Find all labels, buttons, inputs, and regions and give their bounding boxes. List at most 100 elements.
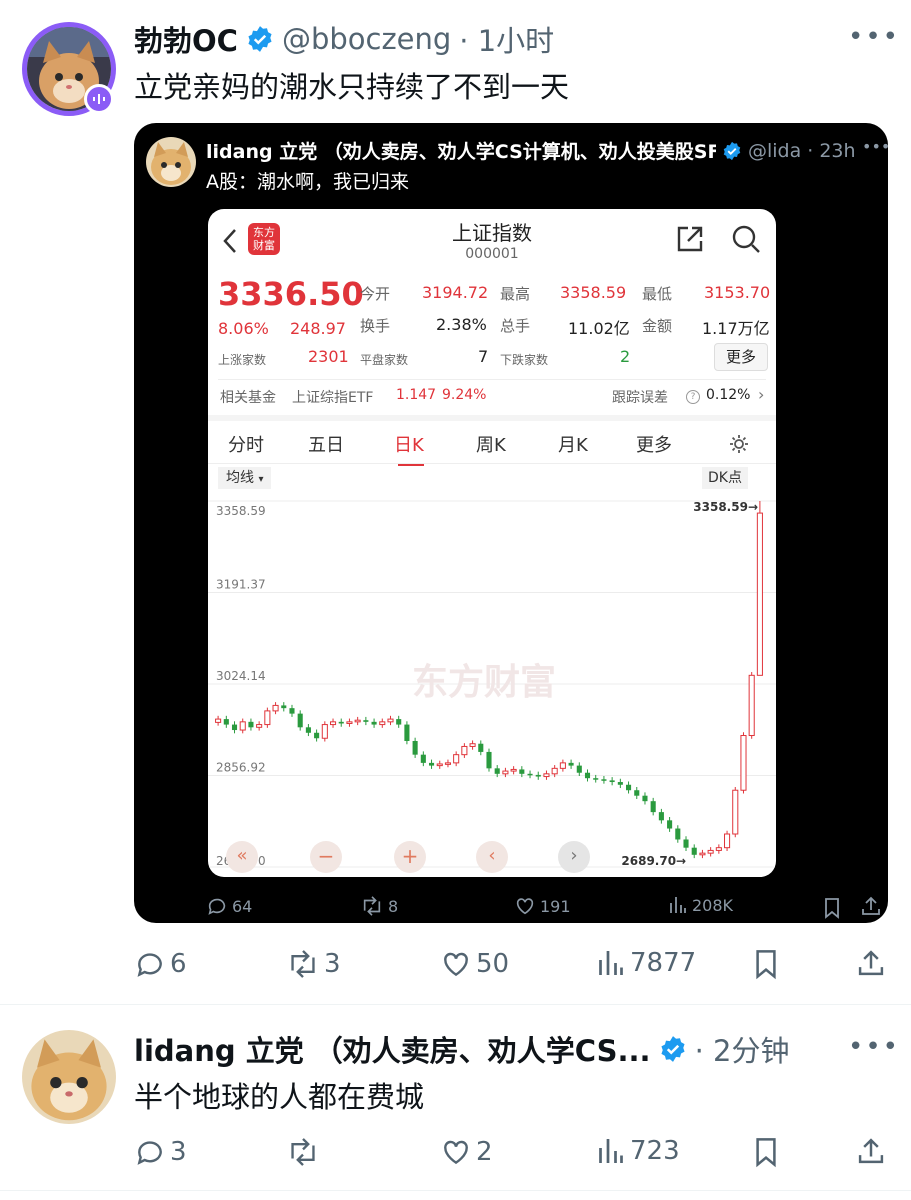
like-count: 2 — [476, 1137, 493, 1167]
views-count: 723 — [630, 1136, 680, 1166]
volume-label: 总手 — [500, 317, 531, 335]
candle-body — [519, 769, 525, 774]
up-count-label: 上涨家数 — [218, 353, 267, 367]
quoted-retweet-count: 8 — [360, 895, 398, 917]
views-button[interactable]: 7877 — [596, 948, 696, 978]
like-button[interactable]: 50 — [440, 948, 509, 980]
tab-more: 更多 — [636, 435, 672, 456]
more-button: 更多 — [714, 343, 768, 371]
retweet-button[interactable]: 3 — [286, 948, 341, 980]
settings-gear-icon — [730, 435, 748, 453]
candle-body — [338, 721, 344, 724]
tweet-text: 立党亲妈的潮水只持续了不到一天 — [134, 70, 570, 104]
tweet-text: 半个地球的人都在费城 — [134, 1080, 425, 1114]
more-options-icon[interactable]: ••• — [848, 22, 900, 52]
author-name[interactable]: 勃勃OC — [134, 18, 238, 60]
prev-button: ‹ — [476, 841, 508, 873]
index-price: 3336.50 — [218, 275, 364, 313]
candle-body — [576, 765, 582, 773]
candle-body — [642, 795, 648, 802]
avatar-lidang[interactable] — [22, 1030, 116, 1124]
turnover-label: 换手 — [360, 317, 391, 335]
voice-badge — [84, 84, 114, 114]
candle-body — [305, 727, 311, 733]
candle-body — [626, 784, 632, 791]
like-heart-icon — [516, 898, 534, 915]
bookmark-icon[interactable] — [752, 948, 780, 980]
views-chart-icon — [670, 897, 686, 913]
audio-wave-icon — [93, 94, 105, 104]
tweet-time[interactable]: · 2分钟 — [695, 1028, 790, 1070]
index-pct: 8.06% — [218, 319, 269, 338]
share-icon[interactable] — [856, 1136, 886, 1166]
stock-app-screenshot: 东方财富 上证指数 000001 3336.50 8.06% 248.97 今开… — [208, 209, 776, 877]
candle-body — [256, 724, 263, 728]
candle-body — [535, 774, 541, 777]
quoted-share-icon — [862, 896, 880, 915]
candle-body — [329, 721, 337, 726]
candle-body — [289, 708, 295, 714]
reply-icon — [208, 898, 226, 915]
reply-button[interactable]: 6 — [134, 948, 187, 980]
views-count: 7877 — [630, 948, 697, 978]
more-options-icon[interactable]: ••• — [848, 1032, 900, 1062]
candle-body — [675, 828, 681, 840]
reply-icon — [137, 1141, 162, 1165]
quoted-views-label: 208K — [692, 895, 734, 915]
candle-body — [568, 762, 574, 766]
retweet-icon — [291, 950, 315, 978]
turnover-value: 2.38% — [436, 315, 487, 334]
flat-count-label: 平盘家数 — [360, 353, 409, 367]
ma-dropdown: 均线 ▾ — [218, 467, 272, 489]
candle-body — [510, 768, 517, 772]
reply-button[interactable]: 3 — [134, 1136, 187, 1168]
y-tick-label: 3191.37 — [216, 577, 266, 591]
dk-button: DK点 — [702, 467, 748, 489]
search-icon — [732, 225, 760, 253]
quoted-bookmark-icon — [825, 898, 839, 919]
like-button[interactable]: 2 — [440, 1136, 493, 1168]
embedded-image[interactable]: lidang 立党 （劝人卖房、劝人学CS计算机、劝人投美股SF @lida ·… — [134, 123, 888, 923]
views-chart-icon — [599, 951, 623, 975]
share-icon[interactable] — [856, 948, 886, 978]
candle-body — [436, 763, 443, 767]
verified-badge-icon — [661, 1036, 685, 1062]
quoted-more-icon: ••• — [862, 137, 888, 156]
verified-badge-icon — [723, 141, 741, 160]
author-handle[interactable]: @bboczeng — [282, 22, 451, 56]
dk-label: DK点 — [708, 470, 742, 486]
share-icon — [677, 226, 703, 252]
candle-body — [387, 718, 394, 723]
candle-body — [494, 768, 500, 774]
candle-body — [617, 782, 623, 785]
verified-badge-icon — [248, 26, 272, 52]
candle-body — [543, 773, 550, 778]
retweet-button[interactable] — [286, 1136, 324, 1168]
amount-value: 1.17万亿 — [702, 319, 770, 338]
candle-body — [314, 732, 320, 739]
author-name[interactable]: lidang 立党 （劝人卖房、劝人学CS... — [134, 1028, 651, 1070]
bookmark-icon[interactable] — [752, 1136, 780, 1168]
candle-body — [551, 767, 558, 775]
flat-count: 7 — [478, 347, 489, 366]
tweet-divider — [0, 1004, 911, 1005]
up-count: 2301 — [308, 347, 349, 366]
volume-value: 11.02亿 — [568, 319, 630, 338]
quoted-reply-count: 64 — [206, 895, 252, 917]
y-tick-label: 3358.59 — [216, 504, 266, 518]
high-marker: 3358.59→ — [693, 500, 758, 514]
down-count: 2 — [620, 347, 631, 366]
views-button[interactable]: 723 — [596, 1136, 680, 1166]
reply-count: 6 — [170, 949, 187, 979]
divider — [218, 379, 766, 380]
tweet-time[interactable]: · 1小时 — [459, 18, 554, 60]
high-value: 3358.59 — [560, 283, 627, 302]
candle-body — [527, 773, 533, 776]
zoom-in-button: + — [394, 841, 426, 873]
tab-monthly-k: 月K — [558, 435, 588, 456]
ma-label: 均线 — [226, 470, 254, 486]
candle-body — [732, 789, 739, 835]
candle-body — [412, 740, 418, 755]
quoted-avatar — [146, 137, 196, 187]
fund-pct: 9.24% — [442, 387, 487, 403]
